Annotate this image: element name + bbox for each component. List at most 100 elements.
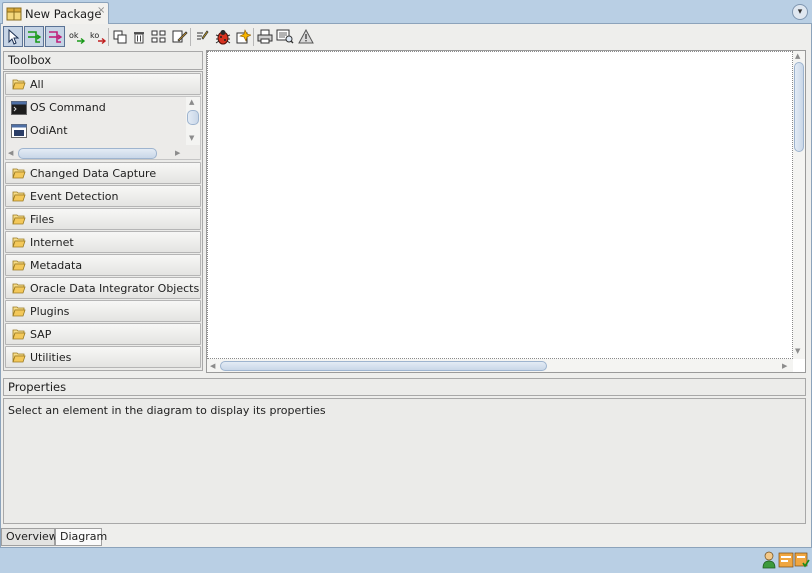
tool-item-os-command[interactable]: OS Command [9,98,183,118]
select-tool-button[interactable] [3,26,23,47]
scrollbar-thumb[interactable] [794,62,804,152]
category-label: All [30,78,44,91]
open-folder-icon [12,191,26,202]
category-label: Files [30,213,55,226]
user-icon[interactable] [762,551,776,569]
category-metadata[interactable]: Metadata [5,254,201,276]
validate-button[interactable] [193,26,213,47]
category-changed-data-capture[interactable]: Changed Data Capture [5,162,201,184]
duplicate-icon [113,30,127,43]
category-plugins[interactable]: Plugins [5,300,201,322]
open-folder-icon [12,260,26,271]
category-internet[interactable]: Internet [5,231,201,253]
open-folder-icon [12,237,26,248]
scroll-up-icon[interactable]: ▲ [189,98,194,106]
next-step-ko-button[interactable] [45,26,65,47]
scrollbar-thumb[interactable] [220,361,547,371]
diagram-canvas[interactable] [207,51,793,359]
edit-button[interactable] [170,26,190,47]
category-label: SAP [30,328,52,341]
scroll-left-icon[interactable]: ◀ [8,149,13,157]
properties-title: Properties [8,380,67,394]
package-icon [6,7,22,21]
close-icon[interactable]: × [97,5,105,16]
edit-icon [172,30,188,43]
tool-item-odiant[interactable]: OdiAnt [9,121,183,141]
status-bar [0,547,812,573]
category-files[interactable]: Files [5,208,201,230]
delete-button[interactable] [129,26,149,47]
category-all[interactable]: All [5,73,201,95]
category-utilities[interactable]: Utilities [5,346,201,368]
category-label: Utilities [30,351,72,364]
properties-message: Select an element in the diagram to disp… [8,404,326,417]
ok-link-button[interactable]: ok [67,26,87,47]
warning-icon [298,29,314,44]
memory-monitor-icon[interactable] [778,551,794,569]
ko-link-icon: ko [90,31,107,44]
arrange-button[interactable] [149,26,169,47]
tab-diagram[interactable]: Diagram [55,528,107,546]
warning-button[interactable] [296,26,316,47]
next-step-ko-icon [49,30,63,43]
open-folder-icon [12,79,26,90]
delete-icon [134,31,144,43]
scroll-right-icon[interactable]: ▶ [782,362,787,370]
print-button[interactable] [255,26,275,47]
scroll-down-icon[interactable]: ▼ [795,347,800,355]
ok-link-label: ok [69,31,79,40]
category-label: Changed Data Capture [30,167,157,180]
select-tool-icon [8,28,20,45]
category-label: Internet [30,236,74,249]
scrollbar-thumb[interactable] [187,110,199,125]
odiant-icon [11,124,27,138]
properties-header [3,378,806,396]
category-event-detection[interactable]: Event Detection [5,185,201,207]
tool-label: OdiAnt [30,124,68,137]
document-tab[interactable]: New Package × [2,2,109,24]
print-icon [257,29,273,44]
ko-link-label: ko [90,31,99,40]
debug-bug-icon [215,29,231,44]
tab-label: Overview [6,530,58,543]
toolbar-separator [190,28,191,46]
category-label: Oracle Data Integrator Objects [30,282,200,295]
toolbox-title: Toolbox [8,53,52,67]
scroll-up-icon[interactable]: ▲ [795,52,800,60]
tool-label: OS Command [30,101,106,114]
tab-list-dropdown-icon[interactable]: ▾ [792,4,808,20]
task-monitor-icon[interactable] [794,551,810,569]
open-folder-icon [12,352,26,363]
open-folder-icon [12,168,26,179]
category-label: Metadata [30,259,83,272]
category-odi-objects[interactable]: Oracle Data Integrator Objects [5,277,201,299]
next-step-ok-icon [28,30,42,43]
duplicate-button[interactable] [110,26,130,47]
scroll-down-icon[interactable]: ▼ [189,134,194,142]
execute-icon [236,28,251,43]
os-command-icon [11,101,27,115]
next-step-ok-button[interactable] [24,26,44,47]
open-folder-icon [12,329,26,340]
open-folder-icon [12,214,26,225]
document-tab-strip [0,0,812,24]
open-folder-icon [12,283,26,294]
debug-button[interactable] [213,26,233,47]
tab-overview[interactable]: Overview [1,528,58,546]
execute-button[interactable] [233,26,253,47]
scrollbar-thumb[interactable] [18,148,157,159]
validate-icon [197,30,209,40]
category-label: Event Detection [30,190,119,203]
ko-link-button[interactable]: ko [88,26,108,47]
toolbar-separator [108,28,109,46]
open-folder-icon [12,306,26,317]
arrange-icon [151,30,166,42]
scroll-right-icon[interactable]: ▶ [175,149,180,157]
print-preview-icon [276,29,294,44]
ok-link-icon: ok [69,31,86,44]
scroll-left-icon[interactable]: ◀ [210,362,215,370]
category-sap[interactable]: SAP [5,323,201,345]
document-tab-title: New Package [25,7,102,21]
print-preview-button[interactable] [275,26,295,47]
tab-label: Diagram [60,530,108,543]
